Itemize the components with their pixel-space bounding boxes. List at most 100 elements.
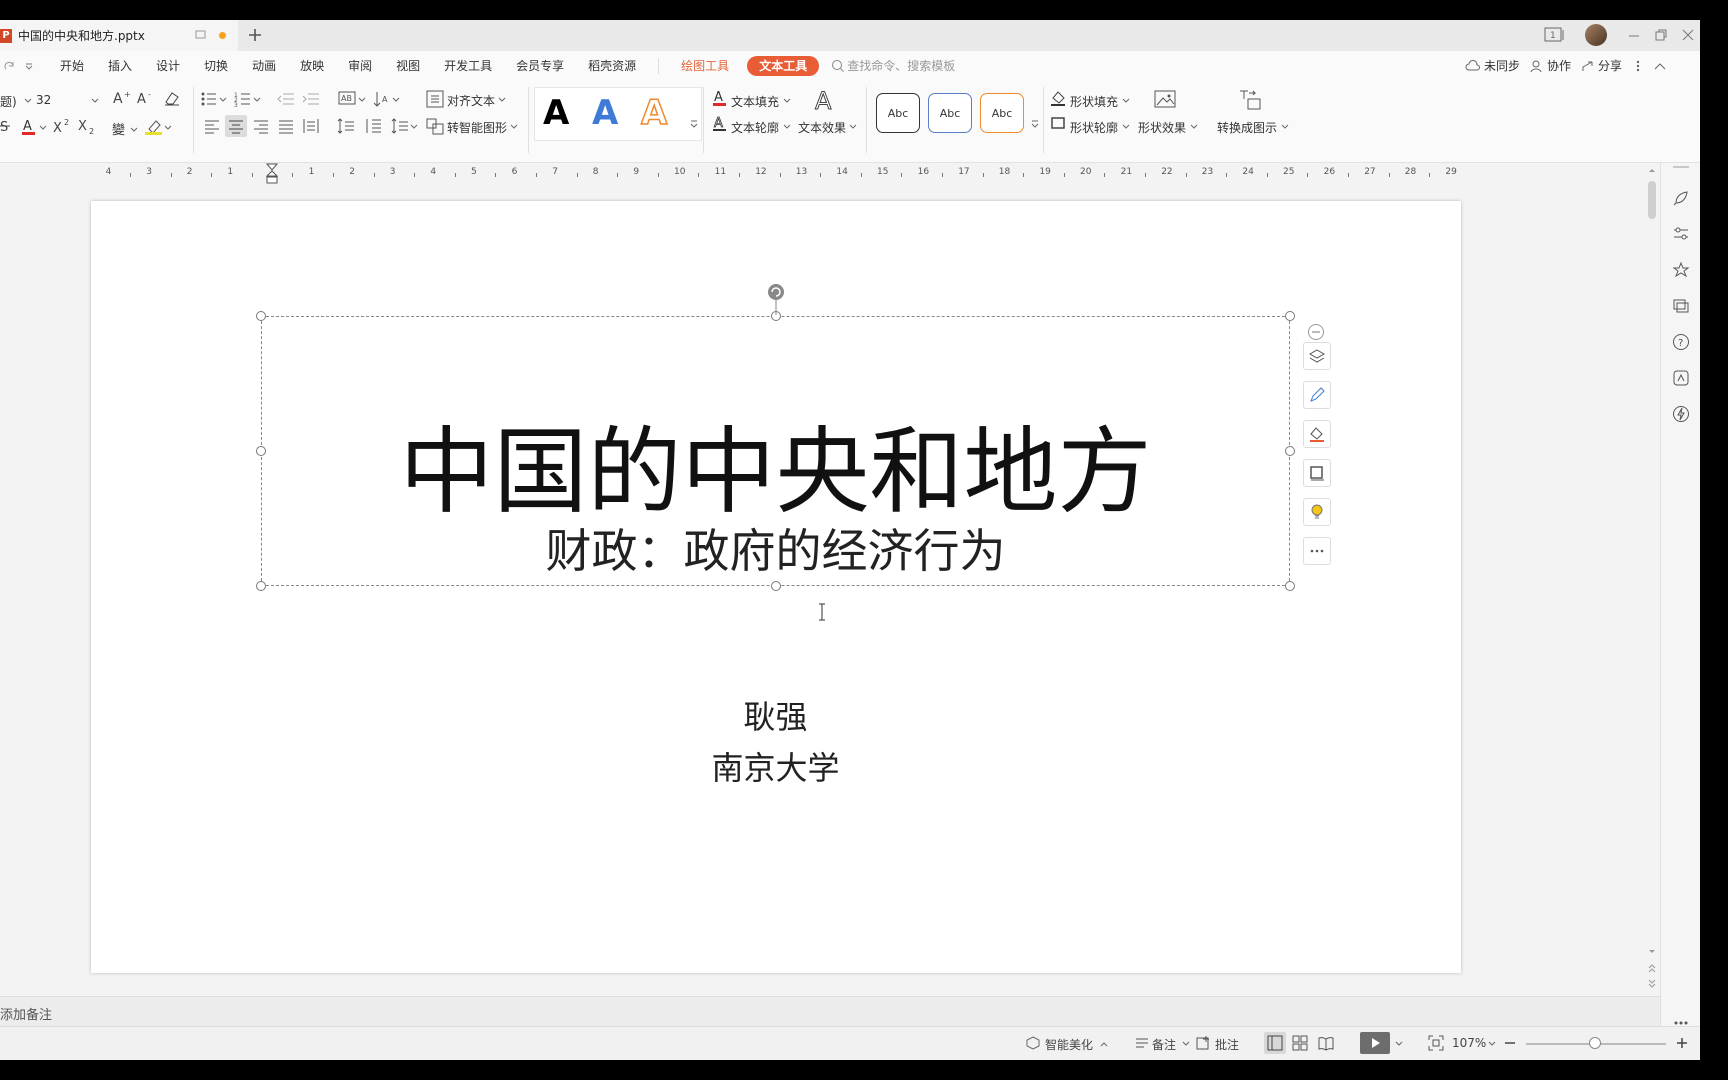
lightning-icon[interactable] — [1672, 405, 1690, 423]
sliders-icon[interactable] — [1672, 225, 1690, 243]
document-tab[interactable]: P 中国的中央和地方.pptx — [0, 20, 238, 51]
zoom-level[interactable]: 107% — [1452, 1036, 1486, 1050]
fit-window-icon[interactable] — [1428, 1035, 1444, 1051]
play-slideshow-button[interactable] — [1360, 1032, 1390, 1054]
line-spacing-sort-icon[interactable]: A — [373, 90, 401, 108]
collapse-ribbon-icon[interactable] — [1654, 61, 1666, 71]
slideshow-dropdown-icon[interactable] — [1395, 1041, 1403, 1047]
menu-transition[interactable]: 切换 — [192, 51, 240, 81]
ai-design-icon[interactable] — [1672, 369, 1690, 387]
slide-sorter-icon[interactable] — [1292, 1035, 1308, 1051]
smart-shape-icon[interactable] — [426, 117, 444, 135]
shape-style-blue[interactable]: Abc — [928, 93, 972, 133]
float-more-button[interactable] — [1303, 537, 1331, 565]
normal-view-icon[interactable] — [1264, 1032, 1286, 1054]
share-button[interactable]: 分享 — [1595, 51, 1636, 81]
more-vertical-icon[interactable] — [1636, 59, 1640, 73]
text-outline-dropdown-icon[interactable] — [783, 124, 791, 130]
vertical-scrollbar[interactable] — [1644, 163, 1660, 993]
notes-dropdown-icon[interactable] — [1182, 1041, 1190, 1047]
float-pen-button[interactable] — [1303, 381, 1331, 409]
bullet-list-icon[interactable] — [200, 90, 228, 108]
slide-affiliation[interactable]: 南京大学 — [261, 748, 1290, 788]
font-name-dropdown-icon[interactable] — [24, 98, 32, 104]
search-input[interactable]: 查找命令、搜索模板 — [845, 51, 967, 81]
justify-icon[interactable] — [277, 117, 295, 135]
smart-shape-button[interactable]: 转智能图形 — [447, 119, 507, 136]
shape-fill-dropdown-icon[interactable] — [1122, 98, 1130, 104]
shape-effect-button[interactable]: 形状效果 — [1138, 119, 1186, 136]
highlight-color-icon[interactable] — [145, 117, 173, 137]
redo-icon[interactable] — [2, 59, 16, 73]
spacing-dropdown-icon[interactable] — [391, 117, 419, 135]
close-icon[interactable] — [1681, 28, 1695, 42]
clear-format-eraser-icon[interactable] — [163, 90, 181, 106]
float-idea-button[interactable] — [1303, 498, 1331, 526]
slide-canvas[interactable]: 中国的中央和地方 财政：政府的经济行为 耿强 南京大学 — [91, 201, 1461, 973]
slide-subtitle[interactable]: 财政：政府的经济行为 — [261, 525, 1290, 577]
shape-fill-icon[interactable] — [1050, 89, 1068, 107]
shape-outline-icon[interactable] — [1050, 115, 1068, 133]
notes-placeholder[interactable]: 添加备注 — [0, 1004, 52, 1023]
decrease-indent-icon[interactable] — [277, 90, 295, 108]
wordart-style-blue[interactable]: A — [592, 92, 618, 134]
text-fill-icon[interactable]: A — [712, 89, 728, 107]
reading-view-icon[interactable] — [1318, 1035, 1334, 1051]
shape-fill-button[interactable]: 形状填充 — [1070, 93, 1118, 110]
align-text-dropdown-icon[interactable] — [498, 97, 506, 103]
restore-icon[interactable] — [1654, 28, 1668, 42]
distribute-icon[interactable] — [302, 117, 320, 135]
align-text-button[interactable]: 对齐文本 — [447, 92, 495, 109]
text-effect-icon[interactable]: A — [812, 87, 838, 113]
decrease-font-icon[interactable]: A- — [136, 89, 156, 107]
shape-effect-dropdown-icon[interactable] — [1190, 124, 1198, 130]
menu-drawing-tools[interactable]: 绘图工具 — [669, 51, 741, 81]
menu-text-tools[interactable]: 文本工具 — [747, 56, 820, 76]
new-tab-plus-icon[interactable] — [246, 26, 264, 44]
smart-shape-dropdown-icon[interactable] — [510, 124, 518, 130]
scroll-down-icon[interactable] — [1648, 949, 1656, 955]
font-name-select[interactable]: 题) — [0, 93, 17, 110]
indent-marker-icon[interactable] — [266, 163, 278, 185]
superscript-icon[interactable]: X2 — [52, 117, 72, 135]
next-slide-icon[interactable] — [1648, 979, 1656, 989]
scroll-thumb[interactable] — [1648, 181, 1656, 219]
text-effect-button[interactable]: 文本效果 — [798, 119, 846, 136]
smart-beautify-button[interactable]: 智能美化 — [1045, 1036, 1093, 1053]
text-effect-dropdown-icon[interactable] — [849, 124, 857, 130]
float-layers-button[interactable] — [1303, 342, 1331, 370]
text-fill-button[interactable]: 文本填充 — [731, 93, 779, 110]
text-outline-button[interactable]: 文本轮廓 — [731, 119, 779, 136]
align-left-icon[interactable] — [203, 117, 221, 135]
float-outline-button[interactable] — [1303, 459, 1331, 487]
scroll-up-icon[interactable] — [1648, 167, 1656, 173]
prev-slide-icon[interactable] — [1648, 963, 1656, 973]
wordart-style-black[interactable]: A — [543, 92, 569, 134]
increase-font-icon[interactable]: A + — [112, 89, 132, 107]
zoom-in-icon[interactable] — [1675, 1036, 1689, 1050]
notes-pane[interactable]: 添加备注 — [0, 996, 1660, 1026]
shape-outline-button[interactable]: 形状轮廓 — [1070, 119, 1118, 136]
sync-status[interactable]: 未同步 — [1481, 51, 1530, 81]
convert-diagram-button[interactable]: 转换成图示 — [1217, 119, 1277, 136]
collapse-float-bar-icon[interactable] — [1307, 323, 1325, 341]
help-icon[interactable]: ? — [1672, 333, 1690, 351]
menu-home[interactable]: 开始 — [48, 51, 96, 81]
shape-style-orange[interactable]: Abc — [980, 93, 1024, 133]
resize-handle-top-right[interactable] — [1285, 311, 1295, 321]
float-fill-button[interactable] — [1303, 420, 1331, 448]
wordart-more-icon[interactable] — [690, 119, 698, 129]
menu-slideshow[interactable]: 放映 — [288, 51, 336, 81]
menu-review[interactable]: 审阅 — [336, 51, 384, 81]
align-text-icon[interactable] — [426, 90, 444, 108]
beautify-dropdown-icon[interactable] — [1100, 1041, 1108, 1047]
user-avatar[interactable] — [1585, 24, 1607, 46]
menu-insert[interactable]: 插入 — [96, 51, 144, 81]
collab-button[interactable]: 协作 — [1544, 51, 1581, 81]
zoom-out-icon[interactable] — [1503, 1036, 1517, 1050]
shape-outline-dropdown-icon[interactable] — [1122, 124, 1130, 130]
wordart-style-orange-outline[interactable]: A — [640, 92, 668, 134]
phonetic-dropdown-icon[interactable] — [130, 127, 138, 133]
shape-effect-icon[interactable] — [1153, 87, 1179, 113]
menu-animation[interactable]: 动画 — [240, 51, 288, 81]
